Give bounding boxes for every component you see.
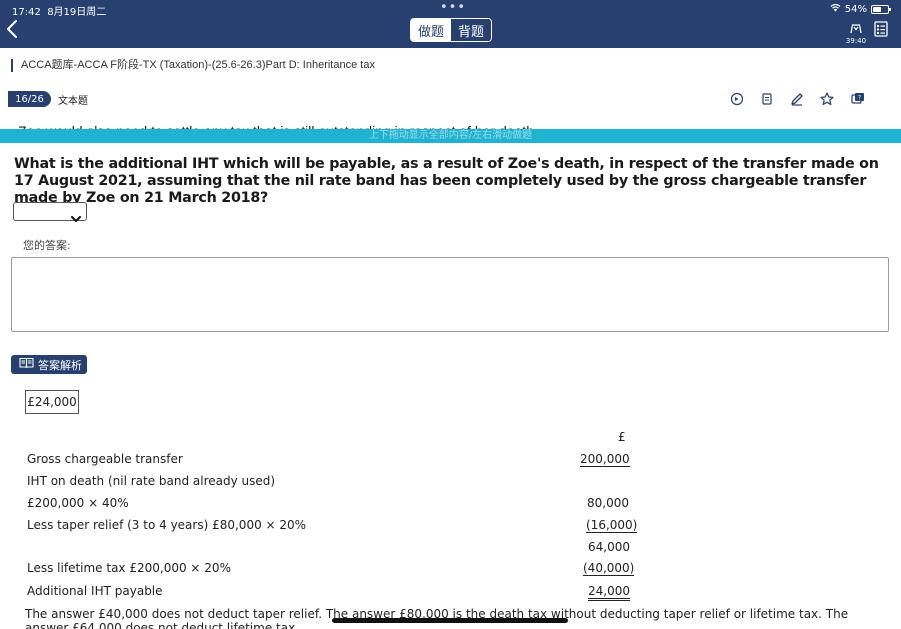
status-right: 54% [830, 3, 891, 15]
correct-answer-box: £24,000 [25, 390, 79, 414]
svg-text:?: ? [858, 95, 861, 102]
calc-row-value: (40,000) [583, 561, 635, 576]
scroll-hint-text: 上下拖动显示全部内容/左右滑动做题 [368, 130, 533, 141]
chevron-down-icon [71, 208, 81, 227]
question-feedback-icon[interactable]: ? [850, 91, 866, 107]
calc-row-label: IHT on death (nil rate band already used… [27, 474, 276, 488]
currency-header: £ [618, 430, 626, 444]
calc-row-label: Less lifetime tax £200,000 × 20% [27, 561, 231, 575]
your-answer-field[interactable] [11, 257, 889, 332]
timer-text: 39:40 [845, 37, 867, 45]
pen-icon[interactable] [789, 91, 805, 107]
calc-row-value: (16,000) [586, 518, 638, 533]
calc-row-label: £200,000 × 40% [27, 496, 129, 510]
tab-review[interactable]: 背题 [451, 19, 491, 41]
star-icon[interactable] [819, 91, 835, 107]
battery-percent: 54% [844, 3, 867, 15]
book-icon [19, 357, 34, 372]
calc-row-label: Less taper relief (3 to 4 years) £80,000… [27, 518, 307, 532]
tab-practice[interactable]: 做题 [411, 19, 451, 41]
date: 8月19日周二 [47, 7, 107, 18]
question-toolbar: 16/26 文本题 ? [0, 84, 901, 112]
question-text: What is the additional IHT which will be… [14, 156, 879, 206]
status-time: 17:42 8月19日周二 [12, 3, 106, 18]
top-bar: 17:42 8月19日周二 ••• 54% 做题 背题 39:40 [0, 0, 901, 48]
note-icon[interactable] [759, 91, 775, 107]
clock-icon [850, 24, 862, 34]
calc-row-label: Gross chargeable transfer [27, 452, 183, 466]
answer-analysis-label: 答案解析 [38, 358, 82, 372]
more-dots-icon[interactable]: ••• [440, 0, 466, 15]
wifi-icon [830, 3, 841, 15]
battery-icon [871, 4, 891, 14]
clock: 17:42 [12, 7, 41, 18]
question-number: 16/26 [8, 91, 51, 107]
home-indicator[interactable] [332, 618, 568, 623]
calc-row-value: 64,000 [588, 540, 630, 554]
breadcrumb: ACCA题库-ACCA F阶段-TX (Taxation)-(25.6-26.3… [11, 59, 375, 72]
calc-row-value: 80,000 [587, 496, 629, 510]
partial-scroll-text: Zoe would also need to settle any tax th… [18, 120, 898, 129]
timer[interactable]: 39:40 [845, 19, 867, 45]
answer-analysis-button[interactable]: 答案解析 [11, 355, 87, 374]
back-chevron-icon[interactable] [6, 19, 22, 41]
answer-dropdown[interactable] [13, 202, 87, 222]
calc-row-value: 200,000 [580, 452, 630, 467]
your-answer-label: 您的答案: [23, 239, 71, 252]
calc-row-label: Additional IHT payable [27, 584, 163, 598]
calc-row-value: 24,000 [588, 584, 630, 601]
answer-sheet-icon[interactable] [874, 21, 888, 41]
question-type: 文本题 [58, 96, 88, 107]
mode-toggle: 做题 背题 [410, 18, 492, 42]
audio-icon[interactable] [729, 91, 745, 107]
